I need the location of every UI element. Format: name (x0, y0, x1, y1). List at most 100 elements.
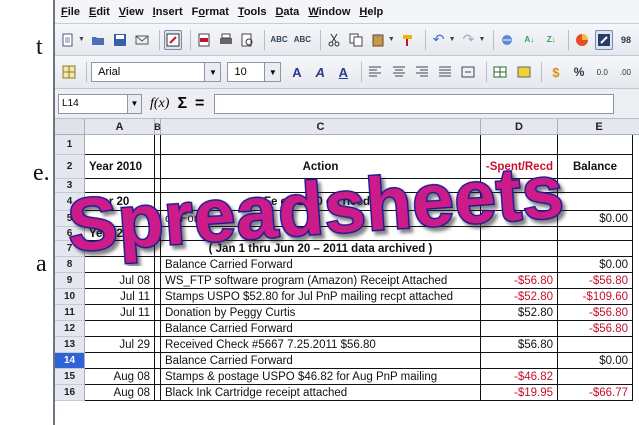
cell-e[interactable] (558, 241, 633, 257)
styles-icon[interactable] (59, 62, 78, 82)
cell-c[interactable]: ( Jan 1 thru Jun 20 – 2011 data archived… (161, 241, 481, 257)
font-name-select[interactable]: Arial ▼ (91, 62, 222, 82)
row-header[interactable]: 3 (55, 179, 85, 193)
select-all-corner[interactable] (55, 119, 85, 135)
cell-d[interactable] (481, 227, 558, 241)
chevron-down-icon[interactable]: ▼ (388, 36, 395, 43)
insert-chart-icon[interactable] (573, 30, 591, 50)
email-icon[interactable] (133, 30, 151, 50)
cell-a[interactable]: Year 2010 (85, 155, 155, 179)
align-right-icon[interactable] (412, 62, 431, 82)
cell-a[interactable]: Year 201 (85, 227, 155, 241)
cell-d[interactable] (481, 257, 558, 273)
cell-e[interactable] (558, 179, 633, 193)
menu-insert[interactable]: Insert (153, 6, 183, 18)
row-header[interactable]: 9 (55, 273, 85, 289)
column-header-a[interactable]: A (85, 119, 155, 135)
menu-edit[interactable]: Edit (89, 6, 110, 18)
cell-d[interactable]: -$52.80 (481, 289, 558, 305)
cell-e[interactable]: $0.00 (558, 353, 633, 369)
row-header[interactable]: 8 (55, 257, 85, 273)
cell-c[interactable]: Action (161, 155, 481, 179)
row-header[interactable]: 14 (55, 353, 85, 369)
chevron-down-icon[interactable]: ▼ (127, 94, 141, 113)
show-draw-functions-icon[interactable] (595, 29, 614, 50)
menu-format[interactable]: Format (192, 6, 229, 18)
align-center-icon[interactable] (389, 62, 408, 82)
sort-descending-icon[interactable]: Z↓ (542, 30, 560, 50)
italic-icon[interactable]: A (311, 62, 330, 82)
row-header[interactable]: 10 (55, 289, 85, 305)
formula-input[interactable] (214, 93, 615, 114)
row-header[interactable]: 6 (55, 227, 85, 241)
cell-d[interactable] (481, 179, 558, 193)
cell-e[interactable] (558, 369, 633, 385)
sum-icon[interactable]: Σ (177, 95, 187, 113)
copy-icon[interactable] (347, 30, 365, 50)
cell-a[interactable]: Jul 11 (85, 305, 155, 321)
row-header[interactable]: 7 (55, 241, 85, 257)
bold-icon[interactable]: A (287, 62, 306, 82)
row-header[interactable]: 4 (55, 193, 85, 211)
cell-a[interactable] (85, 257, 155, 273)
menu-help[interactable]: Help (359, 6, 383, 18)
row-header[interactable]: 2 (55, 155, 85, 179)
cell-c[interactable] (161, 227, 481, 241)
chevron-down-icon[interactable]: ▼ (449, 36, 456, 43)
cell-e[interactable]: Balance (558, 155, 633, 179)
cell-c[interactable] (161, 135, 481, 155)
menu-window[interactable]: Window (308, 6, 350, 18)
cell-c[interactable]: Balance Carried Forward (161, 257, 481, 273)
cell-a[interactable] (85, 241, 155, 257)
cell-d[interactable] (481, 241, 558, 257)
cell-e[interactable]: -$56.80 (558, 273, 633, 289)
cell-a[interactable] (85, 321, 155, 337)
menu-view[interactable]: View (119, 6, 144, 18)
cell-e[interactable] (558, 337, 633, 353)
cell-a[interactable] (85, 353, 155, 369)
cell-d[interactable] (481, 211, 558, 227)
cell-e[interactable]: $0.00 (558, 257, 633, 273)
row-header[interactable]: 1 (55, 135, 85, 155)
export-pdf-icon[interactable] (195, 30, 213, 50)
merge-cells-icon[interactable] (459, 62, 478, 82)
cell-a[interactable]: Aug 08 (85, 385, 155, 401)
chevron-down-icon[interactable]: ▼ (479, 36, 486, 43)
cell-e[interactable] (558, 135, 633, 155)
print-icon[interactable] (217, 30, 235, 50)
cell-e[interactable] (558, 227, 633, 241)
cell-e[interactable]: -$56.80 (558, 305, 633, 321)
paste-icon[interactable] (369, 30, 387, 50)
cell-d[interactable] (481, 193, 558, 211)
row-header[interactable]: 5 (55, 211, 85, 227)
cell-c[interactable]: WS_FTP software program (Amazon) Receipt… (161, 273, 481, 289)
cell-c[interactable]: Black Ink Cartridge receipt attached (161, 385, 481, 401)
cell-c[interactable]: Donation by Peggy Curtis (161, 305, 481, 321)
cell-a[interactable]: Aug 08 (85, 369, 155, 385)
function-wizard-icon[interactable]: f(x) (150, 96, 169, 112)
row-header[interactable]: 11 (55, 305, 85, 321)
sort-ascending-icon[interactable]: A↓ (520, 30, 538, 50)
save-icon[interactable] (111, 30, 129, 50)
undo-icon[interactable]: ↶ (430, 30, 448, 50)
cell-a[interactable] (85, 179, 155, 193)
column-header-e[interactable]: E (558, 119, 639, 135)
row-header[interactable]: 12 (55, 321, 85, 337)
column-header-d[interactable]: D (481, 119, 558, 135)
cell-d[interactable]: -$56.80 (481, 273, 558, 289)
cell-d[interactable]: $52.80 (481, 305, 558, 321)
cell-a[interactable] (85, 135, 155, 155)
cell-a[interactable] (85, 211, 155, 227)
cell-c[interactable]: ce Forward (161, 211, 481, 227)
cell-e[interactable]: -$56.80 (558, 321, 633, 337)
cell-d[interactable] (481, 353, 558, 369)
print-preview-icon[interactable] (239, 30, 257, 50)
clone-formatting-icon[interactable] (399, 30, 417, 50)
cell-d[interactable]: -$19.95 (481, 385, 558, 401)
cell-d[interactable]: $56.80 (481, 337, 558, 353)
spellcheck-icon[interactable]: ABC (269, 30, 288, 50)
cell-c[interactable] (161, 179, 481, 193)
chevron-down-icon[interactable]: ▼ (264, 63, 281, 81)
edit-file-icon[interactable] (163, 29, 182, 50)
align-left-icon[interactable] (366, 62, 385, 82)
